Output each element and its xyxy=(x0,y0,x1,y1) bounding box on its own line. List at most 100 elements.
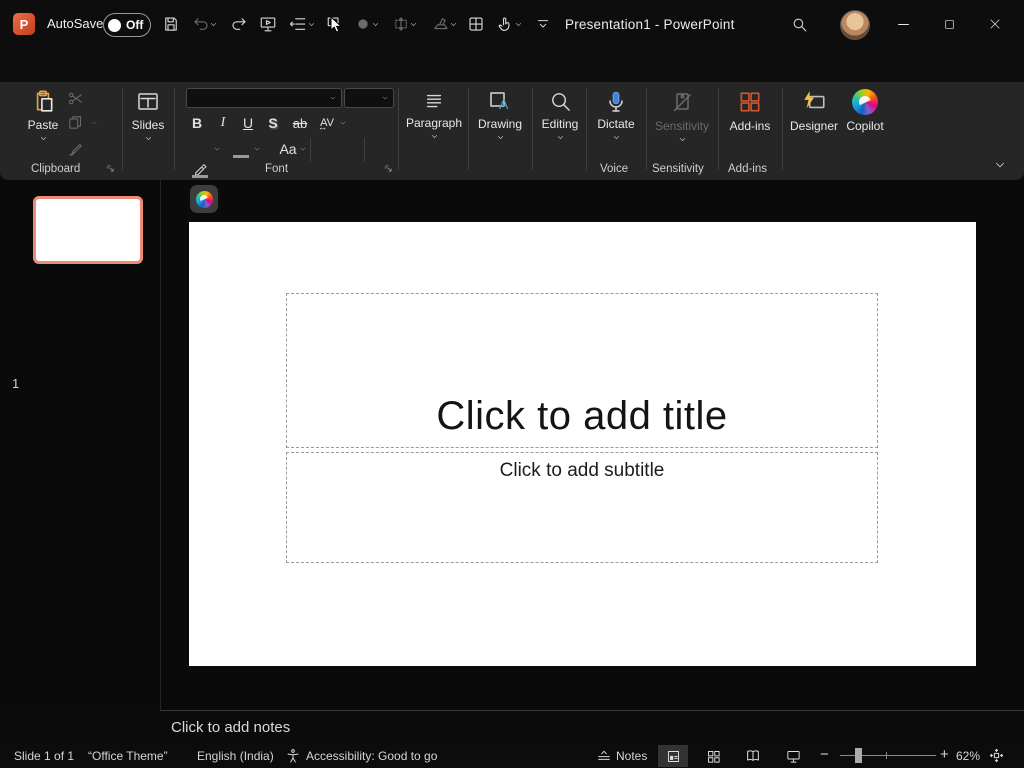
ribbon-tab-row: File Home Insert Draw Design Transitions… xyxy=(0,48,1024,82)
change-case-button[interactable]: Aa xyxy=(276,139,300,159)
designer-label: Designer xyxy=(788,119,840,133)
zoom-in-button[interactable]: + xyxy=(940,746,949,763)
chevron-down-icon xyxy=(612,133,621,142)
slide-number: 1 xyxy=(12,376,19,391)
drawing-button[interactable]: Drawing xyxy=(472,86,528,142)
undo-dropdown[interactable] xyxy=(208,11,218,37)
text-highlight-dropdown[interactable] xyxy=(212,139,222,159)
editing-button[interactable]: Editing xyxy=(536,86,584,142)
clipboard-group-label: Clipboard xyxy=(31,163,80,175)
slide-thumbnail[interactable] xyxy=(33,196,143,264)
group-separator xyxy=(174,88,175,170)
text-highlight-button[interactable] xyxy=(190,159,212,179)
paste-label: Paste xyxy=(22,118,64,132)
normal-view-button[interactable] xyxy=(658,745,688,767)
slides-button[interactable]: Slides xyxy=(126,86,170,143)
slide-layout-icon xyxy=(135,90,161,114)
font-size-combobox[interactable] xyxy=(344,88,394,108)
slide-canvas[interactable]: Click to add title Click to add subtitle xyxy=(189,222,976,666)
window-title: Presentation1 - PowerPoint xyxy=(565,17,735,32)
scissors-icon xyxy=(67,90,84,107)
slide-counter[interactable]: Slide 1 of 1 xyxy=(14,749,74,763)
autosave-toggle[interactable]: Off xyxy=(103,13,151,37)
copilot-button[interactable]: Copilot xyxy=(842,86,888,133)
magnifier-icon xyxy=(549,90,572,113)
shape-fill-dropdown[interactable] xyxy=(448,11,458,37)
paragraph-lines-icon xyxy=(422,90,446,112)
format-painter-button[interactable] xyxy=(67,140,84,157)
shape-dropdown[interactable] xyxy=(370,11,380,37)
start-from-beginning-button[interactable] xyxy=(255,11,281,37)
addins-button[interactable]: Add-ins xyxy=(726,86,774,133)
dictate-button[interactable]: Dictate xyxy=(592,86,640,142)
text-shadow-button[interactable]: S xyxy=(262,113,284,133)
title-bar: P AutoSave Off Presentation1 - PowerPoin… xyxy=(0,0,1024,48)
slideshow-icon xyxy=(786,749,801,764)
italic-button[interactable]: I xyxy=(212,113,234,133)
font-dialog-launcher[interactable] xyxy=(384,164,393,173)
voice-group-label: Voice xyxy=(600,163,628,175)
powerpoint-window: P AutoSave Off Presentation1 - PowerPoin… xyxy=(0,0,1024,768)
powerpoint-logo-icon[interactable]: P xyxy=(13,13,35,35)
chevron-down-icon xyxy=(678,135,687,144)
sensitivity-button[interactable]: Sensitivity xyxy=(652,86,712,144)
notes-toggle-button[interactable]: Notes xyxy=(616,749,647,763)
resize-dropdown[interactable] xyxy=(408,11,418,37)
character-spacing-button[interactable]: AV xyxy=(316,113,338,133)
mouse-cursor xyxy=(330,16,344,34)
title-placeholder[interactable]: Click to add title xyxy=(286,293,878,448)
copy-button[interactable] xyxy=(67,114,84,131)
fit-slide-button[interactable] xyxy=(988,747,1005,764)
paste-button[interactable]: Paste xyxy=(22,86,64,143)
underline-button[interactable]: U xyxy=(237,113,259,133)
font-name-combobox[interactable] xyxy=(186,88,342,108)
chevron-down-icon xyxy=(556,133,565,142)
slideshow-view-button[interactable] xyxy=(778,745,808,767)
addins-group-label: Add-ins xyxy=(728,163,767,175)
zoom-slider-thumb[interactable] xyxy=(855,748,862,763)
bold-button[interactable]: B xyxy=(186,113,208,133)
search-icon[interactable] xyxy=(786,11,812,37)
close-button[interactable] xyxy=(972,0,1018,48)
zoom-out-button[interactable]: − xyxy=(820,746,829,763)
copy-icon xyxy=(67,114,84,131)
maximize-button[interactable] xyxy=(926,0,972,48)
font-color-dropdown[interactable] xyxy=(252,139,262,159)
slide-sorter-view-button[interactable] xyxy=(698,745,728,767)
notes-placeholder[interactable]: Click to add notes xyxy=(171,719,290,736)
language-indicator[interactable]: English (India) xyxy=(197,749,274,763)
drawing-icon xyxy=(487,89,513,113)
user-avatar[interactable] xyxy=(840,10,870,40)
copy-dropdown[interactable] xyxy=(90,119,98,127)
save-button[interactable] xyxy=(158,11,184,37)
autosave-state: Off xyxy=(126,18,143,32)
panel-divider[interactable] xyxy=(160,180,161,744)
group-separator xyxy=(586,88,587,170)
mini-separator xyxy=(310,138,311,162)
touch-mode-dropdown[interactable] xyxy=(513,11,523,37)
theme-name[interactable]: “Office Theme” xyxy=(88,749,168,763)
table-grid-button[interactable] xyxy=(463,11,489,37)
copilot-canvas-button[interactable] xyxy=(190,185,218,213)
qat-overflow-button[interactable] xyxy=(530,11,556,37)
cut-button[interactable] xyxy=(67,90,84,107)
group-separator xyxy=(122,88,123,170)
designer-button[interactable]: Designer xyxy=(788,86,840,133)
paragraph-button[interactable]: Paragraph xyxy=(404,86,464,141)
ribbon: Paste Clipboard Slides B I U S ab AV xyxy=(0,82,1024,180)
clipboard-dialog-launcher[interactable] xyxy=(106,164,115,173)
minimize-button[interactable] xyxy=(880,0,926,48)
zoom-level[interactable]: 62% xyxy=(956,749,980,763)
redo-button[interactable] xyxy=(226,11,252,37)
strikethrough-button[interactable]: ab xyxy=(289,113,311,133)
accessibility-status[interactable]: Accessibility: Good to go xyxy=(306,749,437,763)
outline-list-dropdown[interactable] xyxy=(306,11,316,37)
change-case-dropdown[interactable] xyxy=(298,139,308,159)
reading-view-button[interactable] xyxy=(738,745,768,767)
character-spacing-dropdown[interactable] xyxy=(338,113,348,133)
notes-pane[interactable]: Click to add notes xyxy=(160,710,1024,745)
subtitle-placeholder[interactable]: Click to add subtitle xyxy=(286,452,878,563)
collapse-ribbon-button[interactable] xyxy=(993,158,1007,172)
group-separator xyxy=(718,88,719,170)
copilot-icon xyxy=(852,89,878,115)
